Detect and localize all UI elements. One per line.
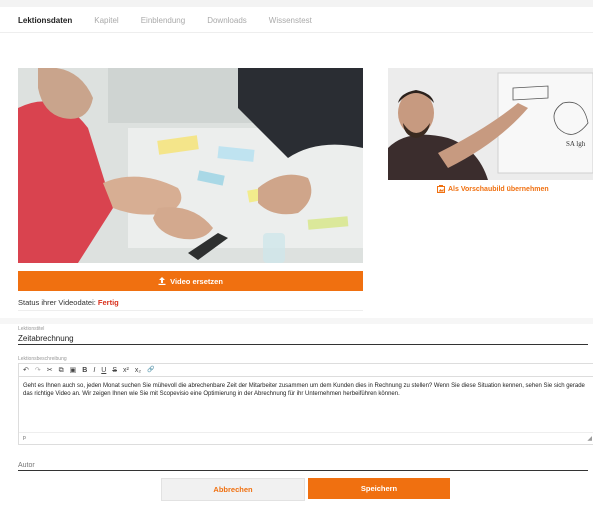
replace-video-button[interactable]: Video ersetzen <box>18 271 363 291</box>
whiteboard-text: SA lgh <box>566 140 586 148</box>
video-frame-image <box>18 68 363 263</box>
underline-icon[interactable]: U <box>101 367 106 374</box>
undo-icon[interactable]: ↶ <box>23 367 29 374</box>
link-icon[interactable]: 🔗 <box>147 367 154 373</box>
use-as-preview-label: Als Vorschaubild übernehmen <box>448 185 549 193</box>
lesson-title-label: Lektionstitel <box>18 326 45 332</box>
preview-thumbnail[interactable]: SA lgh <box>388 68 593 180</box>
element-path: p <box>23 435 26 441</box>
tab-wissenstest[interactable]: Wissenstest <box>269 16 312 25</box>
subscript-icon[interactable]: x₂ <box>135 367 141 374</box>
video-status: Status ihrer Videodatei: Fertig <box>18 298 119 307</box>
resize-handle-icon[interactable]: ◢ <box>587 435 592 442</box>
section-divider <box>0 318 593 324</box>
video-player[interactable] <box>18 68 363 263</box>
tab-bar: Lektionsdaten Kapitel Einblendung Downlo… <box>18 16 334 25</box>
thumbnail-image: SA lgh <box>388 68 593 180</box>
redo-icon[interactable]: ↷ <box>35 367 41 374</box>
bold-icon[interactable]: B <box>82 367 87 374</box>
superscript-icon[interactable]: x² <box>123 367 129 374</box>
lesson-title-input[interactable] <box>18 333 588 345</box>
tab-downloads[interactable]: Downloads <box>207 16 247 25</box>
cancel-button[interactable]: Abbrechen <box>161 478 305 501</box>
description-editor[interactable]: ↶ ↷ ✂ ⧉ ▣ B I U S x² x₂ 🔗 Geht es Ihnen … <box>18 363 593 445</box>
tab-lektionsdaten[interactable]: Lektionsdaten <box>18 16 72 25</box>
copy-icon[interactable]: ⧉ <box>59 367 64 374</box>
status-value: Fertig <box>97 298 119 307</box>
tab-einblendung[interactable]: Einblendung <box>141 16 185 25</box>
upload-icon <box>158 277 166 285</box>
tab-kapitel[interactable]: Kapitel <box>94 16 118 25</box>
strikethrough-icon[interactable]: S <box>112 367 117 374</box>
description-text[interactable]: Geht es Ihnen auch so, jeden Monat suche… <box>19 377 593 433</box>
tab-divider <box>0 32 593 33</box>
save-button[interactable]: Speichern <box>308 478 450 499</box>
image-icon <box>437 185 445 193</box>
author-input[interactable] <box>18 460 588 471</box>
use-as-preview-link[interactable]: Als Vorschaubild übernehmen <box>437 185 549 193</box>
lesson-description-label: Lektionsbeschreibung <box>18 356 67 362</box>
top-bar <box>0 0 593 7</box>
status-label: Status ihrer Videodatei: <box>18 298 96 307</box>
editor-toolbar: ↶ ↷ ✂ ⧉ ▣ B I U S x² x₂ 🔗 <box>19 364 593 377</box>
editor-statusbar: p ◢ <box>19 433 593 443</box>
paste-icon[interactable]: ▣ <box>70 367 77 374</box>
replace-video-label: Video ersetzen <box>170 276 223 286</box>
cut-icon[interactable]: ✂ <box>47 367 53 374</box>
italic-icon[interactable]: I <box>93 367 95 374</box>
